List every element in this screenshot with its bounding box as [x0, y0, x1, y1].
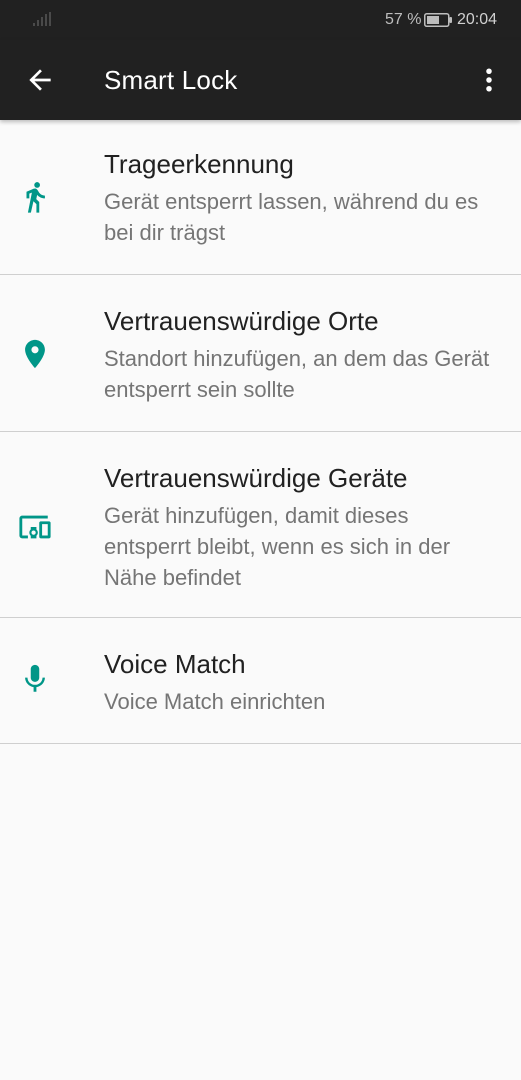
item-subtitle: Voice Match einrichten	[104, 689, 326, 714]
status-bar: 57 % 20:04	[0, 0, 521, 40]
list-item-voice-match[interactable]: Voice Match Voice Match einrichten	[0, 618, 521, 744]
battery-icon	[424, 13, 452, 27]
item-title: Trageerkennung	[104, 149, 294, 179]
more-vert-icon[interactable]	[474, 64, 504, 96]
signal-icon	[33, 12, 51, 26]
list-item-trageerkennung[interactable]: Trageerkennung Gerät entsperrt lassen, w…	[0, 120, 521, 275]
item-subtitle: Gerät hinzufügen, damit dieses entsperrt…	[104, 503, 451, 590]
list-item-vertrauenswuerdige-geraete[interactable]: Vertrauenswürdige Geräte Gerät hinzufüge…	[0, 432, 521, 618]
battery-percent: 57 %	[385, 11, 422, 28]
app-bar: Smart Lock	[0, 40, 521, 120]
smart-lock-options-list: Trageerkennung Gerät entsperrt lassen, w…	[0, 120, 521, 744]
microphone-icon	[25, 664, 45, 692]
devices-icon	[19, 515, 51, 539]
item-title: Voice Match	[104, 649, 246, 679]
item-title: Vertrauenswürdige Geräte	[104, 463, 408, 493]
item-subtitle: Gerät entsperrt lassen, während du es be…	[104, 189, 479, 245]
walking-person-icon	[26, 182, 45, 213]
back-arrow-icon[interactable]	[24, 64, 56, 96]
item-subtitle: Standort hinzufügen, an dem das Gerät en…	[104, 346, 490, 402]
list-item-vertrauenswuerdige-orte[interactable]: Vertrauenswürdige Orte Standort hinzufüg…	[0, 275, 521, 432]
item-title: Vertrauenswürdige Orte	[104, 306, 379, 336]
page-title: Smart Lock	[104, 65, 238, 95]
location-pin-icon	[25, 339, 45, 369]
clock: 20:04	[457, 11, 498, 28]
